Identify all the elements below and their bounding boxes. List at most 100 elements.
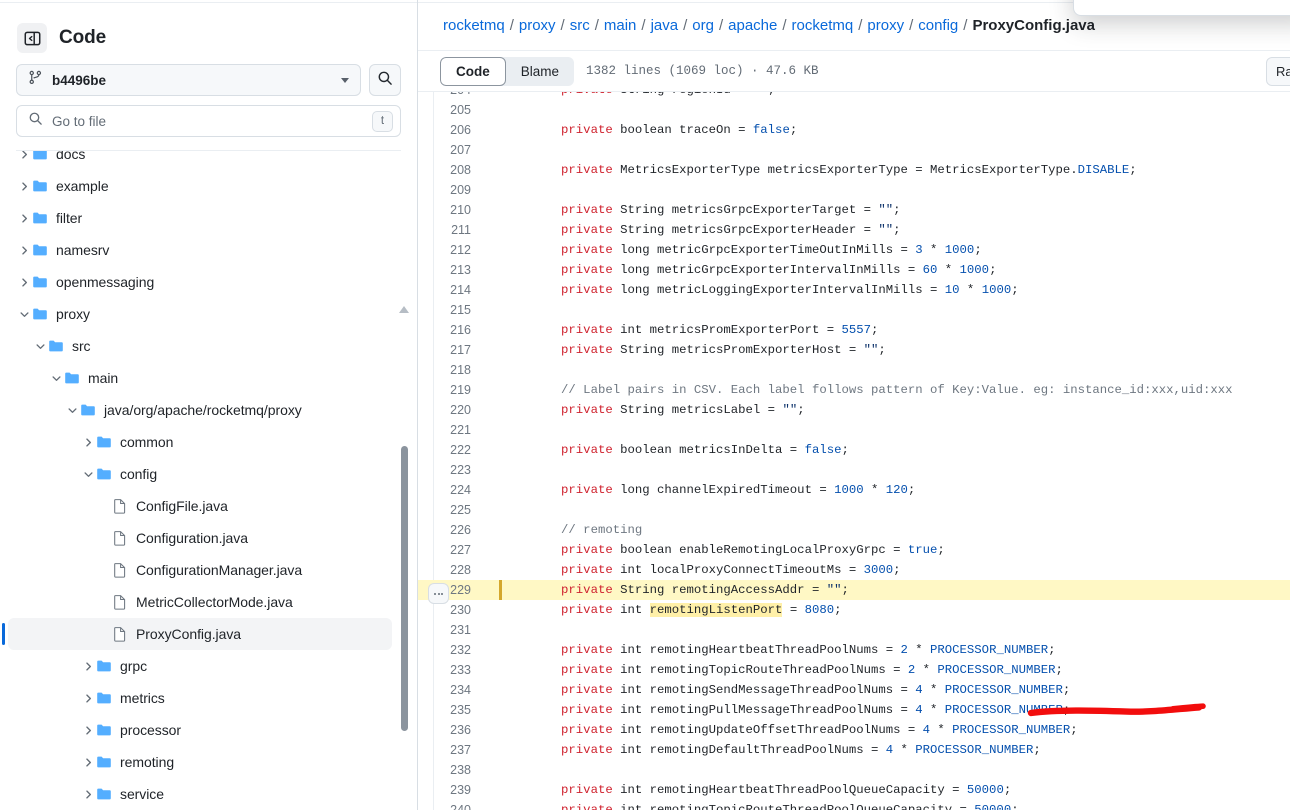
tree-file-proxyconfig-java[interactable]: ProxyConfig.java — [2, 618, 392, 650]
line-number[interactable]: 213 — [418, 263, 484, 277]
tree-file-configurationmanager-java[interactable]: ConfigurationManager.java — [8, 554, 392, 586]
code-line-230[interactable]: 230 private int remotingListenPort = 808… — [418, 600, 1290, 620]
line-number[interactable]: 236 — [418, 723, 484, 737]
line-number[interactable]: 234 — [418, 683, 484, 697]
tree-folder-grpc[interactable]: grpc — [8, 650, 392, 682]
code-line-224[interactable]: 224 private long channelExpiredTimeout =… — [418, 480, 1290, 500]
code-line-233[interactable]: 233 private int remotingTopicRouteThread… — [418, 660, 1290, 680]
line-number[interactable]: 214 — [418, 283, 484, 297]
code-line-232[interactable]: 232 private int remotingHeartbeatThreadP… — [418, 640, 1290, 660]
code-line-239[interactable]: 239 private int remotingHeartbeatThreadP… — [418, 780, 1290, 800]
tree-folder-main[interactable]: main — [8, 362, 392, 394]
code-viewer[interactable]: 204 private String regionId = ""; 205 206 … — [418, 92, 1290, 810]
tree-folder-filter[interactable]: filter — [8, 202, 392, 234]
code-line-238[interactable]: 238 — [418, 760, 1290, 780]
raw-button[interactable]: Raw — [1266, 57, 1290, 86]
tree-folder-example[interactable]: example — [8, 170, 392, 202]
line-number[interactable]: 222 — [418, 443, 484, 457]
chevron-right-icon[interactable] — [80, 661, 96, 672]
tree-folder-java-org-apache-rocketmq-proxy[interactable]: java/org/apache/rocketmq/proxy — [8, 394, 392, 426]
chevron-down-icon[interactable] — [64, 405, 80, 416]
line-number[interactable]: 240 — [418, 803, 484, 810]
tree-folder-docs[interactable]: docs — [8, 151, 392, 170]
line-number[interactable]: 227 — [418, 543, 484, 557]
line-number[interactable]: 232 — [418, 643, 484, 657]
line-number[interactable]: 212 — [418, 243, 484, 257]
tree-folder-remoting[interactable]: remoting — [8, 746, 392, 778]
line-number[interactable]: 226 — [418, 523, 484, 537]
code-line-234[interactable]: 234 private int remotingSendMessageThrea… — [418, 680, 1290, 700]
line-number[interactable]: 217 — [418, 343, 484, 357]
line-number[interactable]: 239 — [418, 783, 484, 797]
line-number[interactable]: 237 — [418, 743, 484, 757]
chevron-right-icon[interactable] — [16, 151, 32, 160]
code-line-221[interactable]: 221 — [418, 420, 1290, 440]
code-line-228[interactable]: 228 private int localProxyConnectTimeout… — [418, 560, 1290, 580]
tree-folder-namesrv[interactable]: namesrv — [8, 234, 392, 266]
code-line-211[interactable]: 211 private String metricsGrpcExporterHe… — [418, 220, 1290, 240]
chevron-right-icon[interactable] — [80, 789, 96, 800]
tree-file-configuration-java[interactable]: Configuration.java — [8, 522, 392, 554]
line-number[interactable]: 210 — [418, 203, 484, 217]
code-line-218[interactable]: 218 — [418, 360, 1290, 380]
line-number[interactable]: 225 — [418, 503, 484, 517]
line-number[interactable]: 224 — [418, 483, 484, 497]
line-number[interactable]: 208 — [418, 163, 484, 177]
code-line-237[interactable]: 237 private int remotingDefaultThreadPoo… — [418, 740, 1290, 760]
line-number[interactable]: 220 — [418, 403, 484, 417]
line-number[interactable]: 219 — [418, 383, 484, 397]
code-line-236[interactable]: 236 private int remotingUpdateOffsetThre… — [418, 720, 1290, 740]
code-line-222[interactable]: 222 private boolean metricsInDelta = fal… — [418, 440, 1290, 460]
chevron-right-icon[interactable] — [80, 725, 96, 736]
tab-blame[interactable]: Blame — [506, 57, 574, 86]
chevron-right-icon[interactable] — [16, 277, 32, 288]
breadcrumb-link-java[interactable]: java — [651, 17, 679, 34]
sidebar-scrollbar-thumb[interactable] — [401, 446, 408, 731]
line-number[interactable]: 215 — [418, 303, 484, 317]
tree-folder-metrics[interactable]: metrics — [8, 682, 392, 714]
code-line-208[interactable]: 208 private MetricsExporterType metricsE… — [418, 160, 1290, 180]
sidebar-panel-icon[interactable] — [17, 23, 47, 53]
sidebar-search-button[interactable] — [369, 64, 401, 96]
code-line-225[interactable]: 225 — [418, 500, 1290, 520]
line-number[interactable]: 216 — [418, 323, 484, 337]
code-line-240[interactable]: 240 private int remotingTopicRouteThread… — [418, 800, 1290, 810]
tree-file-configfile-java[interactable]: ConfigFile.java — [8, 490, 392, 522]
chevron-right-icon[interactable] — [16, 245, 32, 256]
code-line-226[interactable]: 226 // remoting — [418, 520, 1290, 540]
breadcrumb-link-rocketmq[interactable]: rocketmq — [443, 17, 505, 34]
breadcrumb-link-proxy[interactable]: proxy — [519, 17, 556, 34]
branch-selector-button[interactable]: b4496be — [16, 64, 361, 96]
chevron-right-icon[interactable] — [16, 181, 32, 192]
tree-folder-common[interactable]: common — [8, 426, 392, 458]
code-line-212[interactable]: 212 private long metricGrpcExporterTimeO… — [418, 240, 1290, 260]
tree-folder-src[interactable]: src — [8, 330, 392, 362]
chevron-down-icon[interactable] — [48, 373, 64, 384]
tree-folder-openmessaging[interactable]: openmessaging — [8, 266, 392, 298]
code-line-213[interactable]: 213 private long metricGrpcExporterInter… — [418, 260, 1290, 280]
code-line-204[interactable]: 204 private String regionId = ""; — [418, 92, 1290, 100]
breadcrumb-link-org[interactable]: org — [692, 17, 714, 34]
line-number[interactable]: 205 — [418, 103, 484, 117]
tree-folder-processor[interactable]: processor — [8, 714, 392, 746]
code-line-220[interactable]: 220 private String metricsLabel = ""; — [418, 400, 1290, 420]
breadcrumb-link-proxy[interactable]: proxy — [867, 17, 904, 34]
tree-file-metriccollectormode-java[interactable]: MetricCollectorMode.java — [8, 586, 392, 618]
file-tree-scroll-area[interactable]: docs example filter namesrv openmessaging pro… — [0, 151, 417, 810]
line-number[interactable]: 223 — [418, 463, 484, 477]
code-line-205[interactable]: 205 — [418, 100, 1290, 120]
tab-code[interactable]: Code — [440, 56, 506, 86]
breadcrumb-link-src[interactable]: src — [570, 17, 590, 34]
line-number[interactable]: 204 — [418, 92, 484, 97]
code-line-209[interactable]: 209 — [418, 180, 1290, 200]
code-line-214[interactable]: 214 private long metricLoggingExporterIn… — [418, 280, 1290, 300]
line-number[interactable]: 211 — [418, 223, 484, 237]
line-number[interactable]: 228 — [418, 563, 484, 577]
line-number[interactable]: 230 — [418, 603, 484, 617]
breadcrumb-link-config[interactable]: config — [918, 17, 958, 34]
chevron-right-icon[interactable] — [80, 693, 96, 704]
code-line-227[interactable]: 227 private boolean enableRemotingLocalP… — [418, 540, 1290, 560]
breadcrumb-link-apache[interactable]: apache — [728, 17, 777, 34]
expand-hidden-lines-button[interactable] — [428, 583, 449, 604]
code-line-229[interactable]: 229 private String remotingAccessAddr = … — [418, 580, 1290, 600]
